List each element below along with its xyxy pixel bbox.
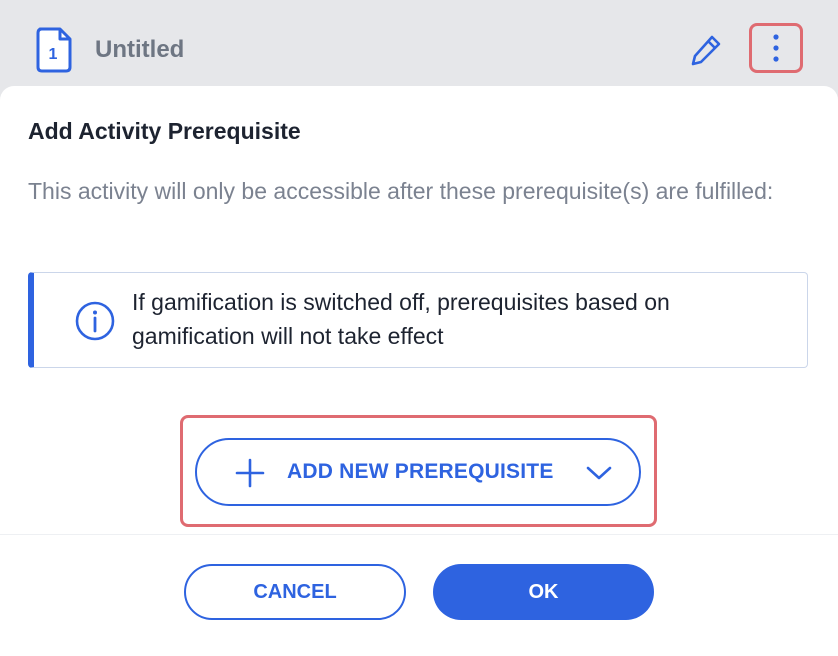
activity-header: 1 Untitled bbox=[0, 0, 838, 90]
plus-icon bbox=[235, 458, 265, 488]
gamification-info-banner: If gamification is switched off, prerequ… bbox=[28, 272, 808, 368]
footer-divider bbox=[0, 534, 838, 535]
more-options-button[interactable] bbox=[749, 23, 803, 73]
dialog-title: Add Activity Prerequisite bbox=[28, 118, 301, 144]
edit-title-button[interactable] bbox=[688, 32, 724, 68]
prerequisite-dialog: Add Activity Prerequisite This activity … bbox=[0, 86, 838, 656]
dialog-description: This activity will only be accessible af… bbox=[28, 178, 774, 204]
add-new-prerequisite-label: ADD NEW PREREQUISITE bbox=[287, 460, 554, 483]
activity-title: Untitled bbox=[95, 36, 185, 63]
pencil-icon bbox=[691, 35, 721, 66]
chevron-down-icon bbox=[586, 466, 612, 480]
add-new-prerequisite-button[interactable]: ADD NEW PREREQUISITE bbox=[195, 438, 641, 506]
info-banner-text: If gamification is switched off, prerequ… bbox=[132, 289, 670, 349]
ok-button[interactable]: OK bbox=[433, 564, 654, 620]
more-vertical-icon bbox=[773, 34, 779, 62]
document-badge-number: 1 bbox=[49, 46, 58, 63]
cancel-button[interactable]: CANCEL bbox=[184, 564, 406, 620]
document-icon: 1 bbox=[36, 27, 72, 73]
info-icon bbox=[75, 301, 115, 341]
